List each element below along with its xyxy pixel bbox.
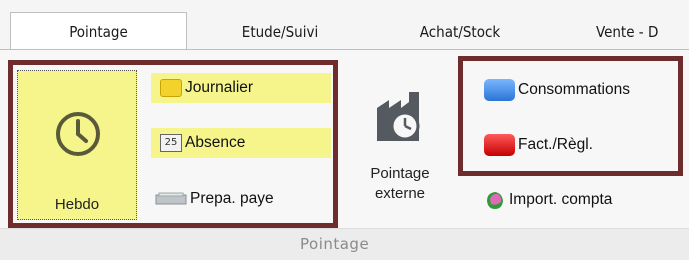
tab-label: Etude/Suivi — [241, 23, 319, 41]
tab-label: Pointage — [69, 22, 128, 41]
pointage-externe-line2: externe — [374, 185, 426, 202]
tab-pointage[interactable]: Pointage — [10, 12, 187, 50]
factory-clock-icon — [377, 92, 420, 141]
pointage-externe-label: Pointage externe — [350, 164, 450, 204]
tab-achat-stock[interactable]: Achat/Stock — [390, 14, 530, 50]
import-icon — [487, 192, 503, 209]
import-compta-label: Import. compta — [509, 191, 613, 208]
ribbon-group-footer: Pointage — [0, 228, 689, 260]
tab-vente[interactable]: Vente - D — [568, 14, 689, 50]
import-compta-button[interactable]: Import. compta — [478, 185, 673, 215]
tab-label: Vente - D — [596, 23, 659, 41]
pointage-externe-line1: Pointage — [370, 165, 430, 182]
tab-label: Achat/Stock — [419, 23, 501, 41]
highlight-frame-left — [8, 60, 338, 228]
ribbon-tab-bar: Pointage Etude/Suivi Achat/Stock Vente -… — [0, 0, 689, 50]
group-label: Pointage — [300, 235, 370, 253]
tab-etude-suivi[interactable]: Etude/Suivi — [190, 14, 370, 50]
pointage-externe-button[interactable]: Pointage externe — [350, 70, 450, 220]
highlight-frame-right — [458, 56, 683, 176]
